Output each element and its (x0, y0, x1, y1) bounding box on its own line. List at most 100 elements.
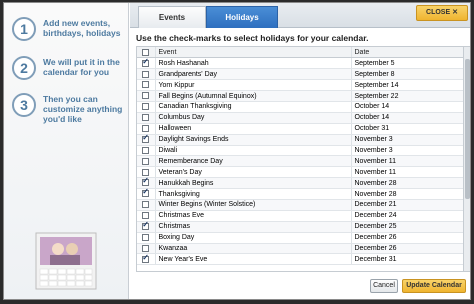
checkbox-icon (142, 244, 150, 252)
step-number: 2 (12, 56, 36, 80)
calendar-preview-icon (35, 232, 97, 290)
event-date: September 5 (351, 57, 463, 70)
event-date: December 24 (351, 210, 463, 222)
table-row: Kwanzaa December 26 (137, 243, 463, 255)
step-text: Then you can customize anything you'd li… (43, 94, 123, 124)
step-number: 3 (12, 93, 36, 117)
tab-bar: Events Holidays CLOSE ✕ (130, 3, 470, 28)
checkbox-icon (142, 133, 150, 143)
checkbox-icon (142, 201, 150, 209)
holiday-checkbox[interactable] (137, 112, 156, 124)
event-name: Columbus Day (155, 112, 352, 124)
checkbox-icon (142, 253, 150, 263)
tab-events[interactable]: Events (138, 6, 206, 28)
holiday-checkbox[interactable] (137, 155, 156, 168)
event-date: December 26 (351, 232, 463, 244)
event-name: Daylight Savings Ends (155, 134, 352, 146)
step-1: 1 Add new events, birthdays, holidays (12, 17, 127, 57)
checkbox-icon (142, 176, 150, 187)
cancel-button[interactable]: Cancel (370, 279, 398, 293)
holiday-checkbox[interactable] (137, 133, 156, 146)
holiday-checkbox[interactable] (137, 90, 156, 102)
tab-holidays[interactable]: Holidays (206, 6, 278, 28)
table-row: Rememberance Day November 11 (137, 155, 463, 168)
table-row: Daylight Savings EndsNovember 3 (137, 133, 463, 146)
holiday-checkbox[interactable] (137, 199, 156, 211)
event-name: Boxing Day (155, 232, 352, 244)
holiday-checkbox[interactable] (137, 253, 156, 266)
event-name: Canadian Thanksgiving (155, 101, 352, 113)
event-date: November 11 (351, 166, 463, 179)
event-name: Hanukkah Begins (155, 177, 352, 190)
table-row: ChristmasDecember 25 (137, 220, 463, 233)
event-name: Rememberance Day (155, 155, 352, 168)
holiday-table: Event Date Rosh HashanahSeptember 5Grand… (136, 46, 464, 272)
holiday-checkbox[interactable] (137, 101, 156, 113)
holiday-checkbox[interactable] (137, 232, 156, 244)
table-row: Fall Begins (Autumnal Equinox) September … (137, 90, 463, 102)
event-date: December 21 (351, 199, 463, 211)
table-row: Columbus Day October 14 (137, 112, 463, 124)
holiday-checkbox[interactable] (137, 220, 156, 233)
app-frame: 1 Add new events, birthdays, holidays 2 … (0, 0, 474, 304)
event-date: December 26 (351, 243, 463, 255)
table-row: Grandparents' Day September 8 (137, 68, 463, 81)
table-row: Diwali November 3 (137, 145, 463, 157)
event-date: December 25 (351, 221, 463, 233)
table-row: Canadian Thanksgiving October 14 (137, 101, 463, 113)
table-header-row: Event Date (137, 47, 463, 59)
event-name: Grandparents' Day (155, 68, 352, 81)
checkbox-icon (142, 157, 150, 165)
dialog-footer: Cancel Update Calendar (130, 275, 470, 299)
step-2: 2 We will put it in the calendar for you (12, 56, 127, 96)
table-row: Christmas Eve December 24 (137, 210, 463, 222)
table-row: Veteran's Day November 11 (137, 166, 463, 179)
step-3: 3 Then you can customize anything you'd … (12, 93, 127, 133)
checkbox-icon (142, 81, 150, 89)
table-row: Rosh HashanahSeptember 5 (137, 57, 463, 70)
column-header-date: Date (351, 47, 463, 59)
holiday-checkbox[interactable] (137, 187, 156, 200)
checkbox-icon (142, 125, 150, 132)
step-text: We will put it in the calendar for you (43, 57, 120, 77)
holiday-checkbox[interactable] (137, 79, 156, 92)
event-date: November 28 (351, 188, 463, 200)
event-date: September 8 (351, 68, 463, 81)
checkbox-icon (142, 212, 150, 220)
event-name: Yom Kippur (155, 79, 352, 92)
column-header-event: Event (155, 47, 352, 59)
step-number: 1 (12, 17, 36, 41)
checkbox-icon (142, 114, 150, 122)
event-name: Thanksgiving (155, 188, 352, 200)
close-button[interactable]: CLOSE ✕ (416, 5, 468, 21)
checkbox-icon (142, 220, 150, 231)
checkbox-icon (142, 70, 150, 78)
checkbox-icon (142, 103, 150, 111)
table-row: Halloween October 31 (137, 123, 463, 135)
sidebar: 1 Add new events, birthdays, holidays 2 … (4, 3, 129, 299)
checkbox-icon (142, 187, 150, 198)
holiday-checkbox[interactable] (137, 57, 156, 70)
table-row: Hanukkah BeginsNovember 28 (137, 176, 463, 190)
event-date: November 28 (351, 177, 463, 190)
step-text: Add new events, birthdays, holidays (43, 18, 121, 38)
event-name: Veteran's Day (155, 166, 352, 179)
event-name: Christmas Eve (155, 210, 352, 222)
holiday-checkbox[interactable] (137, 145, 156, 157)
update-calendar-button[interactable]: Update Calendar (402, 279, 466, 293)
checkbox-icon (142, 168, 150, 176)
checkbox-icon (142, 48, 150, 56)
table-row: Winter Begins (Winter Solstice) December … (137, 199, 463, 211)
table-row: Yom Kippur September 14 (137, 79, 463, 92)
table-row: ThanksgivingNovember 28 (137, 187, 463, 200)
holiday-dialog: 1 Add new events, birthdays, holidays 2 … (3, 2, 471, 300)
holiday-checkbox[interactable] (137, 68, 156, 81)
event-name: New Year's Eve (155, 253, 352, 266)
event-name: Christmas (155, 221, 352, 233)
event-date: October 14 (351, 112, 463, 124)
checkbox-icon (142, 233, 150, 241)
table-row: New Year's EveDecember 31 (137, 253, 463, 266)
table-scrollbar[interactable] (463, 46, 470, 272)
scrollbar-thumb[interactable] (465, 59, 470, 199)
event-date: November 3 (351, 134, 463, 146)
